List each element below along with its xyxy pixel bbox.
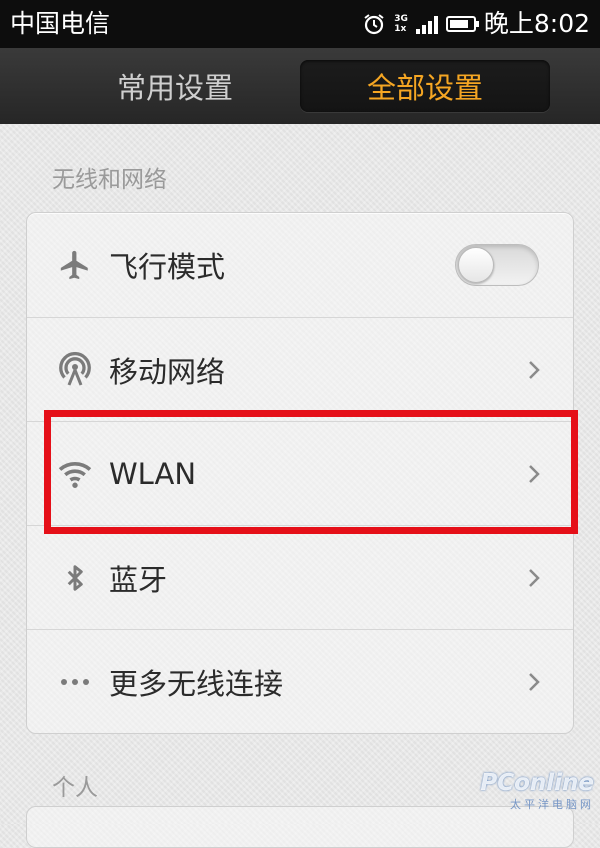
alarm-icon (362, 12, 386, 36)
mobile-network-label: 移动网络 (109, 354, 226, 389)
status-bar: 中国电信 3G 1x 晚上8:02 (0, 0, 600, 48)
more-dots-icon (57, 664, 93, 700)
bluetooth-label: 蓝牙 (109, 562, 168, 597)
settings-row-mobile-network[interactable]: 移动网络 (27, 317, 573, 421)
tab-common-settings[interactable]: 常用设置 (60, 60, 290, 112)
personal-settings-card (26, 806, 574, 848)
chevron-right-icon (529, 568, 540, 587)
clock-time: 晚上8:02 (483, 9, 590, 38)
settings-row-airplane-mode[interactable]: 飞行模式 (27, 213, 573, 317)
cell-tower-icon (57, 351, 93, 388)
chevron-right-icon (529, 672, 540, 691)
section-title-personal: 个人 (52, 775, 98, 801)
settings-tab-bar: 常用设置 全部设置 (0, 48, 600, 124)
network-type-1x: 1x (394, 24, 407, 34)
more-wireless-label: 更多无线连接 (109, 666, 284, 701)
watermark-subtitle: 太平洋电脑网 (510, 798, 594, 811)
toggle-knob (458, 247, 494, 283)
wlan-highlight-box (44, 410, 578, 534)
chevron-right-icon (529, 360, 540, 379)
bluetooth-icon (57, 560, 93, 596)
network-type-indicator: 3G 1x (394, 14, 408, 34)
settings-row-bluetooth[interactable]: 蓝牙 (27, 525, 573, 629)
airplane-icon (57, 247, 93, 283)
watermark: PConline 太平洋电脑网 (480, 770, 594, 812)
airplane-mode-toggle[interactable] (455, 244, 539, 286)
settings-row-more-wireless[interactable]: 更多无线连接 (27, 629, 573, 733)
airplane-mode-label: 飞行模式 (109, 250, 226, 284)
battery-icon (445, 16, 479, 32)
watermark-logo: PConline (480, 770, 594, 796)
carrier-name: 中国电信 (10, 9, 111, 38)
signal-strength-icon (415, 14, 438, 34)
status-icons: 3G 1x 晚上8:02 (362, 8, 590, 40)
section-title-wireless: 无线和网络 (52, 167, 167, 193)
network-type-3g: 3G (394, 14, 408, 24)
tab-all-settings[interactable]: 全部设置 (300, 60, 550, 112)
